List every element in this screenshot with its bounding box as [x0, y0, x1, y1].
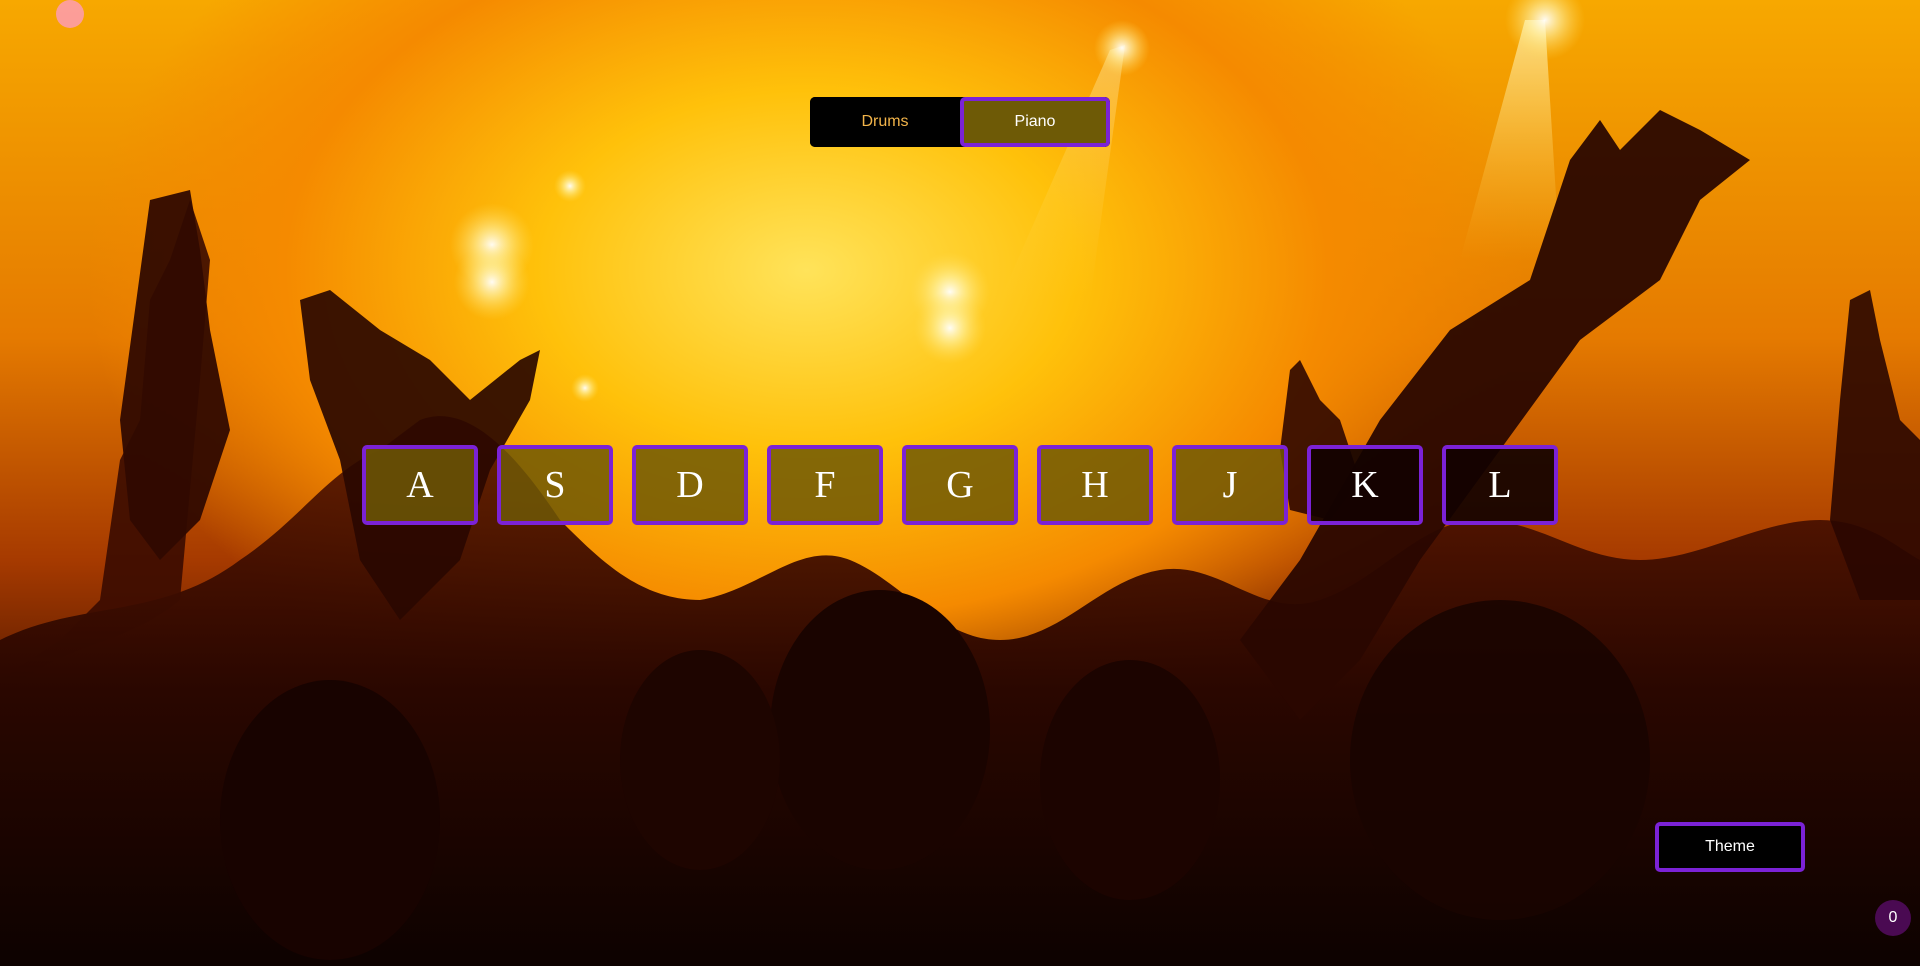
- key-d[interactable]: D: [632, 445, 748, 525]
- key-l[interactable]: L: [1442, 445, 1558, 525]
- instrument-mode-switch: Drums Piano: [810, 97, 1110, 147]
- counter-badge: 0: [1875, 900, 1911, 936]
- key-a[interactable]: A: [362, 445, 478, 525]
- key-pad: A S D F G H J K L: [362, 445, 1558, 525]
- theme-button[interactable]: Theme: [1655, 822, 1805, 872]
- key-g[interactable]: G: [902, 445, 1018, 525]
- drums-mode-button[interactable]: Drums: [810, 97, 960, 147]
- piano-mode-button[interactable]: Piano: [960, 97, 1110, 147]
- key-s[interactable]: S: [497, 445, 613, 525]
- key-h[interactable]: H: [1037, 445, 1153, 525]
- key-k[interactable]: K: [1307, 445, 1423, 525]
- key-f[interactable]: F: [767, 445, 883, 525]
- key-j[interactable]: J: [1172, 445, 1288, 525]
